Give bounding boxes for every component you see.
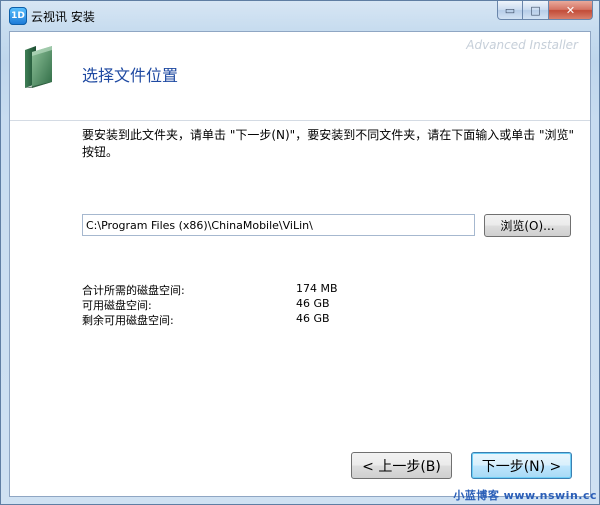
browse-button[interactable]: 浏览(O)... [484,214,571,237]
caption-buttons: ▭ □ ✕ [497,1,593,20]
header-watermark: Advanced Installer [466,38,578,52]
installer-window: 1D 云视讯 安装 ▭ □ ✕ 选择文件位置 Advanced Installe… [0,0,600,505]
install-path-input[interactable]: C:\Program Files (x86)\ChinaMobile\ViLin… [82,214,475,236]
required-space-label: 合计所需的磁盘空间: [82,284,185,297]
minimize-icon: ▭ [504,3,516,17]
maximize-button[interactable]: □ [523,1,549,20]
next-button[interactable]: 下一步(N) > [471,452,572,479]
disk-space-row: 合计所需的磁盘空间: 174 MB [82,282,382,297]
title-bar[interactable]: 1D 云视讯 安装 ▭ □ ✕ [1,1,599,31]
footer-watermark: 小蓝博客 www.nswin.cc [453,489,597,502]
app-logo-icon: 1D [9,7,27,25]
required-space-value: 174 MB [296,282,338,295]
close-button[interactable]: ✕ [549,1,593,20]
minimize-button[interactable]: ▭ [497,1,523,20]
dialog-body: 选择文件位置 Advanced Installer 要安装到此文件夹，请单击 "… [9,31,591,497]
available-space-value: 46 GB [296,297,330,310]
header-banner: 选择文件位置 Advanced Installer [10,32,590,121]
folder-icon [25,46,52,88]
disk-space-row: 剩余可用磁盘空间: 46 GB [82,312,382,327]
remaining-space-value: 46 GB [296,312,330,325]
page-title: 选择文件位置 [82,66,179,85]
available-space-label: 可用磁盘空间: [82,299,152,312]
back-button[interactable]: < 上一步(B) [351,452,452,479]
window-title: 云视讯 安装 [31,10,95,24]
remaining-space-label: 剩余可用磁盘空间: [82,314,174,327]
close-icon: ✕ [565,3,576,17]
maximize-icon: □ [530,3,541,17]
disk-space-table: 合计所需的磁盘空间: 174 MB 可用磁盘空间: 46 GB 剩余可用磁盘空间… [82,282,382,327]
wizard-nav-buttons: < 上一步(B) 下一步(N) > [351,452,572,479]
instruction-text: 要安装到此文件夹，请单击 "下一步(N)"，要安装到不同文件夹，请在下面输入或单… [82,128,575,159]
disk-space-row: 可用磁盘空间: 46 GB [82,297,382,312]
